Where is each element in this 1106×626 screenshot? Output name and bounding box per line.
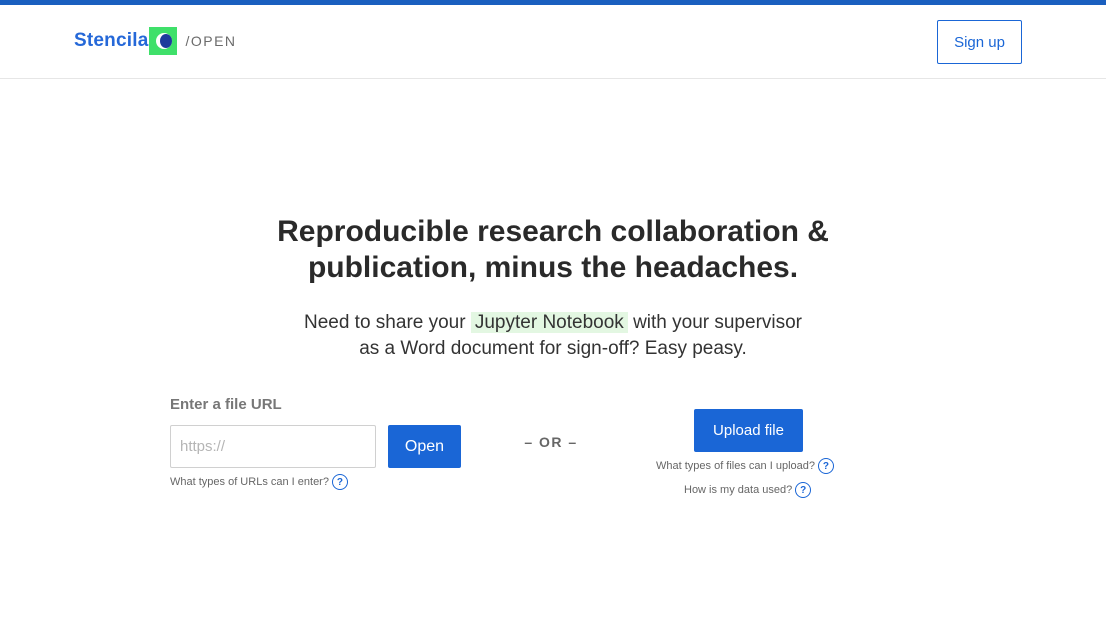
file-types-help: What types of files can I upload? ? bbox=[656, 458, 834, 474]
subheadline-lead: Need to share your bbox=[303, 312, 466, 333]
question-circle-icon[interactable]: ? bbox=[795, 482, 812, 498]
brand-logo-link[interactable]: Stencila /OPEN bbox=[74, 27, 237, 55]
signup-button[interactable]: Sign up bbox=[937, 20, 1022, 64]
brand-suffix: /OPEN bbox=[185, 33, 237, 49]
open-button[interactable]: Open bbox=[388, 425, 461, 468]
subheadline-tail: with your supervisor bbox=[633, 312, 803, 333]
brand-name: Stencila bbox=[74, 30, 149, 51]
question-circle-icon[interactable]: ? bbox=[817, 458, 834, 474]
headline-line-1: Reproducible research collaboration & bbox=[277, 215, 829, 248]
site-header: Stencila /OPEN Sign up bbox=[0, 5, 1106, 79]
subheadline-line-2: as a Word document for sign-off? Easy pe… bbox=[359, 338, 747, 359]
hero-headline: Reproducible research collaboration & pu… bbox=[0, 214, 1106, 286]
headline-line-2: publication, minus the headaches. bbox=[307, 251, 799, 284]
url-field-label: Enter a file URL bbox=[170, 396, 282, 413]
hero-subheadline: Need to share your Jupyter Notebook with… bbox=[0, 310, 1106, 362]
data-usage-help: How is my data used? ? bbox=[684, 482, 812, 498]
format-highlight: Jupyter Notebook bbox=[470, 312, 628, 333]
url-types-help-text: What types of URLs can I enter? bbox=[170, 476, 329, 488]
url-input[interactable] bbox=[170, 425, 376, 468]
logo-dot bbox=[160, 34, 173, 48]
upload-file-button[interactable]: Upload file bbox=[694, 409, 803, 452]
url-types-help: What types of URLs can I enter? ? bbox=[170, 474, 348, 490]
file-types-help-text: What types of files can I upload? bbox=[656, 460, 815, 472]
stencila-logo-icon bbox=[149, 27, 178, 55]
subheadline-line-1: Need to share your Jupyter Notebook with… bbox=[0, 310, 1106, 336]
or-separator: – OR – bbox=[524, 434, 578, 450]
question-circle-icon[interactable]: ? bbox=[331, 474, 348, 490]
data-usage-help-text: How is my data used? bbox=[684, 484, 793, 496]
